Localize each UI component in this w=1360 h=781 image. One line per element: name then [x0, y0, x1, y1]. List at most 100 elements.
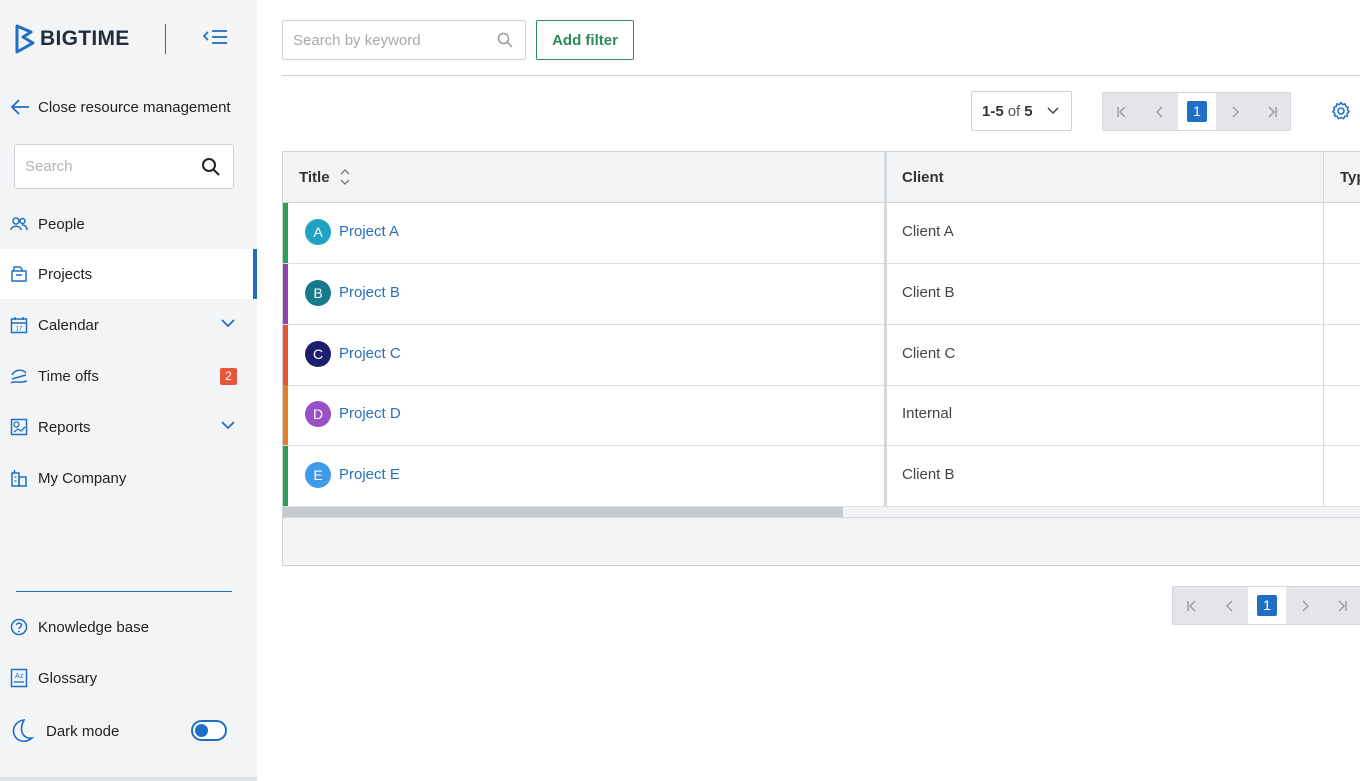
sidebar-search [14, 144, 234, 189]
dark-mode-label: Dark mode [46, 722, 120, 740]
keyword-search-input[interactable] [283, 21, 483, 59]
project-link[interactable]: Project B [339, 284, 400, 301]
company-icon [11, 470, 27, 487]
column-header-label: Title [299, 168, 330, 186]
project-avatar: B [305, 280, 331, 306]
sort-icon[interactable] [340, 168, 350, 186]
svg-text:z: z [20, 673, 24, 680]
first-page-icon [1117, 106, 1126, 117]
glossary-icon: A z [10, 668, 28, 688]
close-resource-management-label: Close resource management [38, 98, 231, 116]
table-footer [283, 517, 1360, 565]
prev-page-button[interactable] [1141, 93, 1179, 130]
current-page[interactable]: 1 [1248, 587, 1286, 624]
project-link[interactable]: Project E [339, 466, 400, 483]
last-page-button[interactable] [1253, 93, 1291, 130]
collapse-sidebar-button[interactable] [200, 26, 230, 50]
range-of: of [1007, 102, 1021, 120]
search-icon[interactable] [201, 157, 221, 177]
last-page-icon [1338, 600, 1347, 611]
glossary-link[interactable]: A z Glossary [10, 668, 97, 688]
prev-page-button[interactable] [1211, 587, 1249, 624]
column-header-client[interactable]: Client [902, 152, 944, 202]
project-link[interactable]: Project A [339, 223, 399, 240]
time-off-icon [10, 369, 28, 384]
sidebar-item-projects[interactable]: Projects [0, 249, 257, 299]
current-page-number: 1 [1187, 101, 1207, 122]
table-row[interactable]: E Project E Client B [283, 446, 1360, 507]
chevron-left-icon [1226, 600, 1233, 611]
settings-gear-icon[interactable] [1331, 101, 1351, 121]
sidebar-bottom-strip [0, 777, 257, 781]
bigtime-logo-icon [15, 24, 35, 54]
client-cell: Client C [902, 345, 956, 362]
column-divider [884, 152, 887, 506]
chevron-down-icon[interactable] [221, 318, 235, 328]
sidebar-item-time-offs[interactable]: Time offs 2 [0, 351, 257, 401]
sidebar-item-reports[interactable]: Reports [0, 402, 257, 452]
search-icon[interactable] [497, 32, 513, 48]
client-cell: Internal [902, 405, 953, 422]
table-row[interactable]: B Project B Client B [283, 264, 1360, 325]
close-resource-management-link[interactable]: Close resource management [10, 98, 231, 116]
row-color-stripe [283, 203, 288, 263]
table-body: A Project A Client A B Project B Client … [283, 203, 1360, 507]
sidebar-item-my-company[interactable]: My Company [0, 453, 257, 503]
pagination-bottom: 1 [1172, 586, 1360, 625]
people-icon [10, 217, 28, 231]
sidebar-item-calendar[interactable]: 17 Calendar [0, 300, 257, 350]
column-header-label: Typ [1340, 168, 1360, 186]
chevron-down-icon[interactable] [221, 420, 235, 430]
last-page-button[interactable] [1323, 587, 1360, 624]
current-page-number: 1 [1257, 595, 1277, 616]
add-filter-button[interactable]: Add filter [536, 20, 634, 60]
sidebar-item-label: Projects [38, 265, 93, 283]
bigtime-logo[interactable]: BIGTIME [14, 24, 130, 54]
horizontal-scrollbar-thumb[interactable] [283, 507, 843, 517]
sidebar-item-people[interactable]: People [0, 199, 257, 249]
dark-mode-row: Dark mode [10, 718, 119, 744]
column-header-type[interactable]: Typ [1340, 152, 1360, 202]
chevron-down-icon [1047, 107, 1059, 115]
chevron-left-icon [1156, 106, 1163, 117]
pagination-top: 1 [1102, 92, 1291, 131]
sidebar-item-label: Calendar [38, 316, 99, 334]
arrow-left-icon [10, 99, 29, 115]
first-page-button[interactable] [1173, 587, 1211, 624]
calendar-icon: 17 [10, 317, 28, 334]
range-value: 1-5 [982, 102, 1004, 120]
sidebar-item-label: My Company [38, 469, 127, 487]
column-header-label: Client [902, 168, 944, 186]
table-header: Title Client Typ [283, 152, 1360, 203]
next-page-button[interactable] [1286, 587, 1324, 624]
client-cell: Client A [902, 223, 954, 240]
help-icon [10, 618, 28, 636]
table-row[interactable]: D Project D Internal [283, 385, 1360, 446]
toolbar-divider [282, 75, 1360, 76]
table-row[interactable]: A Project A Client A [283, 203, 1360, 264]
project-link[interactable]: Project D [339, 405, 401, 422]
knowledge-base-link[interactable]: Knowledge base [10, 618, 149, 636]
knowledge-base-label: Knowledge base [38, 618, 149, 636]
next-page-button[interactable] [1216, 93, 1254, 130]
current-page[interactable]: 1 [1178, 93, 1216, 130]
glossary-label: Glossary [38, 669, 98, 687]
column-divider [1323, 152, 1324, 506]
row-color-stripe [283, 385, 288, 445]
projects-table: Title Client Typ A Project A Client A B … [282, 151, 1360, 566]
dark-mode-toggle[interactable] [191, 720, 227, 741]
range-total: 5 [1024, 102, 1033, 120]
reports-icon [10, 418, 28, 436]
project-avatar: C [305, 341, 331, 367]
column-header-title[interactable]: Title [299, 152, 350, 202]
sidebar-search-input[interactable] [15, 145, 185, 188]
project-avatar: E [305, 462, 331, 488]
client-cell: Client B [902, 466, 955, 483]
sidebar: BIGTIME Close resource management Peo [0, 0, 257, 781]
collapse-menu-icon [202, 30, 227, 44]
project-link[interactable]: Project C [339, 345, 401, 362]
keyword-search [282, 20, 526, 60]
table-row[interactable]: C Project C Client C [283, 325, 1360, 386]
page-range-select[interactable]: 1-5 of 5 [971, 91, 1072, 131]
first-page-button[interactable] [1103, 93, 1141, 130]
